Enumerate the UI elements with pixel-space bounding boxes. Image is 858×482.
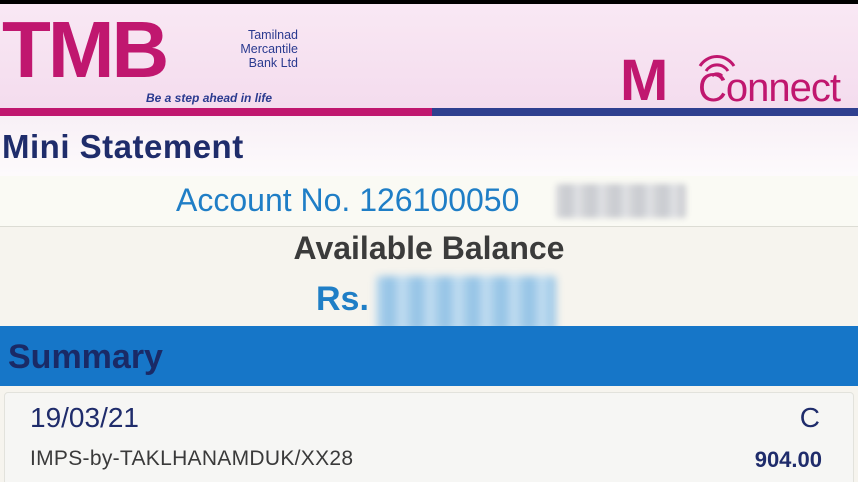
bank-name-line2: Mercantile bbox=[240, 42, 298, 56]
available-balance-label: Available Balance bbox=[293, 230, 565, 266]
transaction-type: C bbox=[799, 402, 820, 433]
transaction-amount: 904.00 bbox=[754, 447, 822, 472]
transaction-description: IMPS-by-TAKLHANAMDUK/XX28 bbox=[30, 447, 354, 470]
account-number: Account No. 126100050 bbox=[176, 182, 520, 218]
summary-title: Summary bbox=[8, 338, 163, 376]
bank-name-line1: Tamilnad bbox=[247, 28, 298, 42]
bank-tagline: Be a step ahead in life bbox=[146, 91, 273, 105]
mconnect-mark: M bbox=[620, 48, 668, 113]
tmb-logo: TMB bbox=[2, 5, 169, 94]
bank-name-line3: Bank Ltd bbox=[248, 56, 298, 70]
transaction-date: 19/03/21 bbox=[30, 402, 139, 433]
balance-currency: Rs. bbox=[316, 280, 369, 318]
brand-divider-navy bbox=[432, 108, 858, 116]
brand-divider-pink bbox=[0, 108, 432, 116]
app-header: TMB Tamilnad Mercantile Bank Ltd Be a st… bbox=[0, 4, 858, 113]
balance-amount-redacted bbox=[376, 276, 556, 332]
balance-value: Rs. bbox=[316, 280, 369, 319]
account-number-redacted bbox=[556, 184, 686, 218]
brand-divider bbox=[0, 108, 858, 116]
bank-name: Tamilnad Mercantile Bank Ltd bbox=[218, 28, 298, 70]
mconnect-wordmark: Connect bbox=[698, 66, 841, 110]
app-screen: TMB Tamilnad Mercantile Bank Ltd Be a st… bbox=[0, 0, 858, 482]
page-title: Mini Statement bbox=[2, 128, 244, 165]
